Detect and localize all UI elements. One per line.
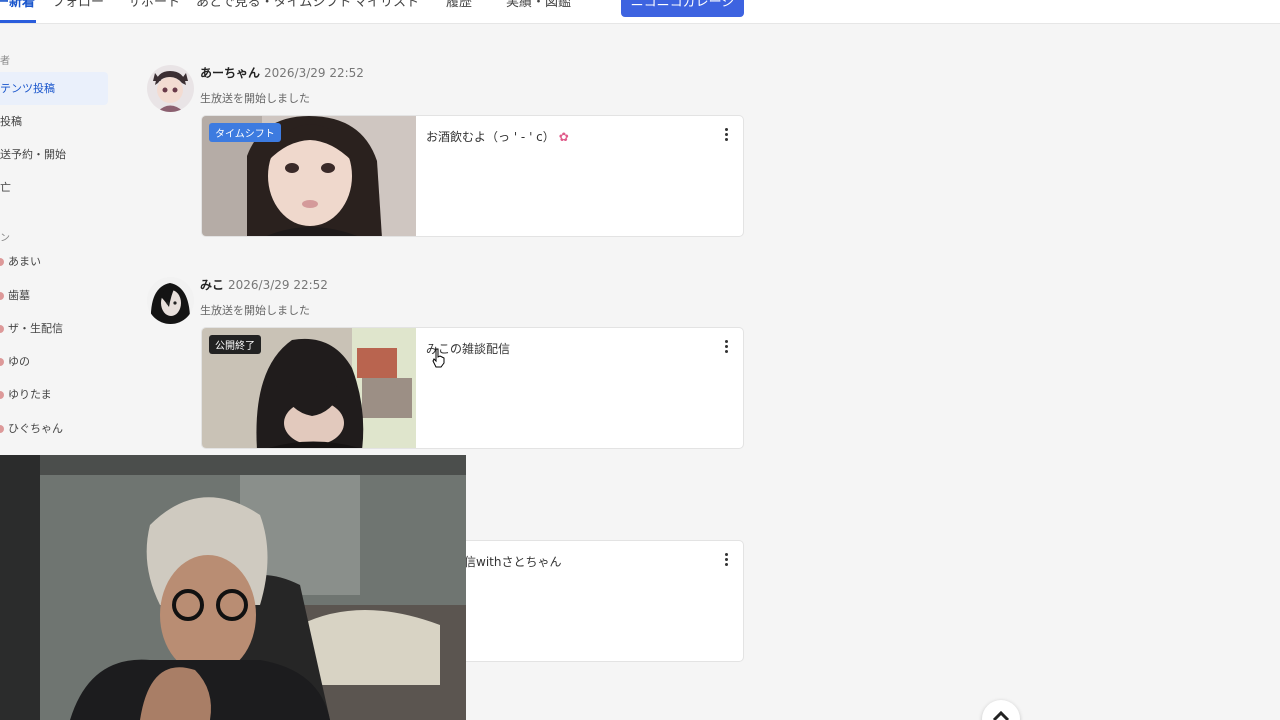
more-menu-icon[interactable] [721, 128, 731, 144]
sidebar-user-item[interactable]: あまい [0, 245, 108, 278]
user-dot-icon [0, 358, 4, 366]
post-meta: あーちゃん 2026/3/29 22:52 [200, 65, 364, 81]
post-action-text: 生放送を開始しました [200, 92, 310, 105]
sidebar-heading-users: ン [0, 233, 10, 244]
live-thumbnail[interactable]: タイムシフト [202, 116, 416, 236]
sidebar-user-item[interactable]: 歯墓 [0, 279, 108, 312]
webcam-overlay [0, 455, 466, 720]
user-dot-icon [0, 325, 4, 333]
user-dot-icon [0, 391, 4, 399]
user-dot-icon [0, 258, 4, 266]
feed-post: みこ 2026/3/29 22:52 生放送を開始しました 公開終了 みこの雑談配… [147, 277, 747, 449]
more-menu-icon[interactable] [721, 340, 731, 356]
avatar[interactable] [147, 65, 194, 112]
live-title[interactable]: 信withさとちゃん [464, 553, 561, 570]
nav-history[interactable]: 履歴 [446, 0, 472, 14]
live-thumbnail[interactable]: 公開終了 [202, 328, 416, 448]
sidebar-user-item[interactable]: ひぐちゃん [0, 412, 108, 445]
chevron-up-icon [992, 710, 1010, 720]
live-card[interactable]: 公開終了 みこの雑談配信 [201, 327, 744, 449]
post-meta: みこ 2026/3/29 22:52 [200, 277, 328, 293]
sidebar-item-live-schedule[interactable]: 送予約・開始 [0, 138, 108, 171]
post-date: 2026/3/29 22:52 [264, 66, 364, 80]
sidebar-user-item[interactable]: ゆの [0, 345, 108, 378]
user-dot-icon [0, 425, 4, 433]
ended-badge: 公開終了 [209, 335, 261, 354]
post-date: 2026/3/29 22:52 [228, 278, 328, 292]
nav-follow[interactable]: フォロー [52, 0, 104, 14]
live-title[interactable]: お酒飲むよ（っ ' - ' c） ✿ [426, 128, 569, 145]
nav-active-underline [0, 20, 36, 23]
sidebar-user-item[interactable]: ザ・生配信 [0, 312, 108, 345]
garage-button[interactable]: ニコニコガレージ [621, 0, 744, 17]
feed-post: あーちゃん 2026/3/29 22:52 生放送を開始しました タイムシフト お… [147, 65, 747, 237]
sidebar-item-other[interactable]: 亡 [0, 171, 108, 204]
nav-support[interactable]: サポート [128, 0, 180, 14]
flower-icon: ✿ [558, 130, 569, 144]
live-card[interactable]: タイムシフト お酒飲むよ（っ ' - ' c） ✿ [201, 115, 744, 237]
sidebar-user-item[interactable]: ゆりたま [0, 378, 108, 411]
sidebar-item-content-posts[interactable]: テンツ投稿 [0, 72, 108, 105]
timeshift-badge: タイムシフト [209, 123, 281, 142]
nav-new[interactable]: ー新着 [0, 0, 35, 14]
more-menu-icon[interactable] [721, 553, 731, 569]
hand-cursor-icon [432, 348, 446, 368]
top-nav: ー新着 フォロー サポート あとで見る・タイムシフト マイリスト 履歴 実績・図… [0, 0, 1280, 24]
scroll-to-top-button[interactable] [982, 700, 1020, 720]
sidebar: 者 テンツ投稿 投稿 送予約・開始 亡 ン あまい 歯墓 ザ・生配信 ゆの ゆり… [0, 24, 115, 454]
nav-watch-later[interactable]: あとで見る・タイムシフト [196, 0, 351, 14]
sidebar-heading-creator: 者 [0, 56, 10, 67]
post-author[interactable]: みこ [200, 278, 224, 292]
user-dot-icon [0, 292, 4, 300]
sidebar-item-posts[interactable]: 投稿 [0, 105, 108, 138]
nav-mylist[interactable]: マイリスト [354, 0, 419, 14]
avatar[interactable] [147, 277, 194, 324]
post-author[interactable]: あーちゃん [200, 66, 260, 80]
nav-achievements[interactable]: 実績・図鑑 [506, 0, 571, 14]
post-action-text: 生放送を開始しました [200, 304, 310, 317]
